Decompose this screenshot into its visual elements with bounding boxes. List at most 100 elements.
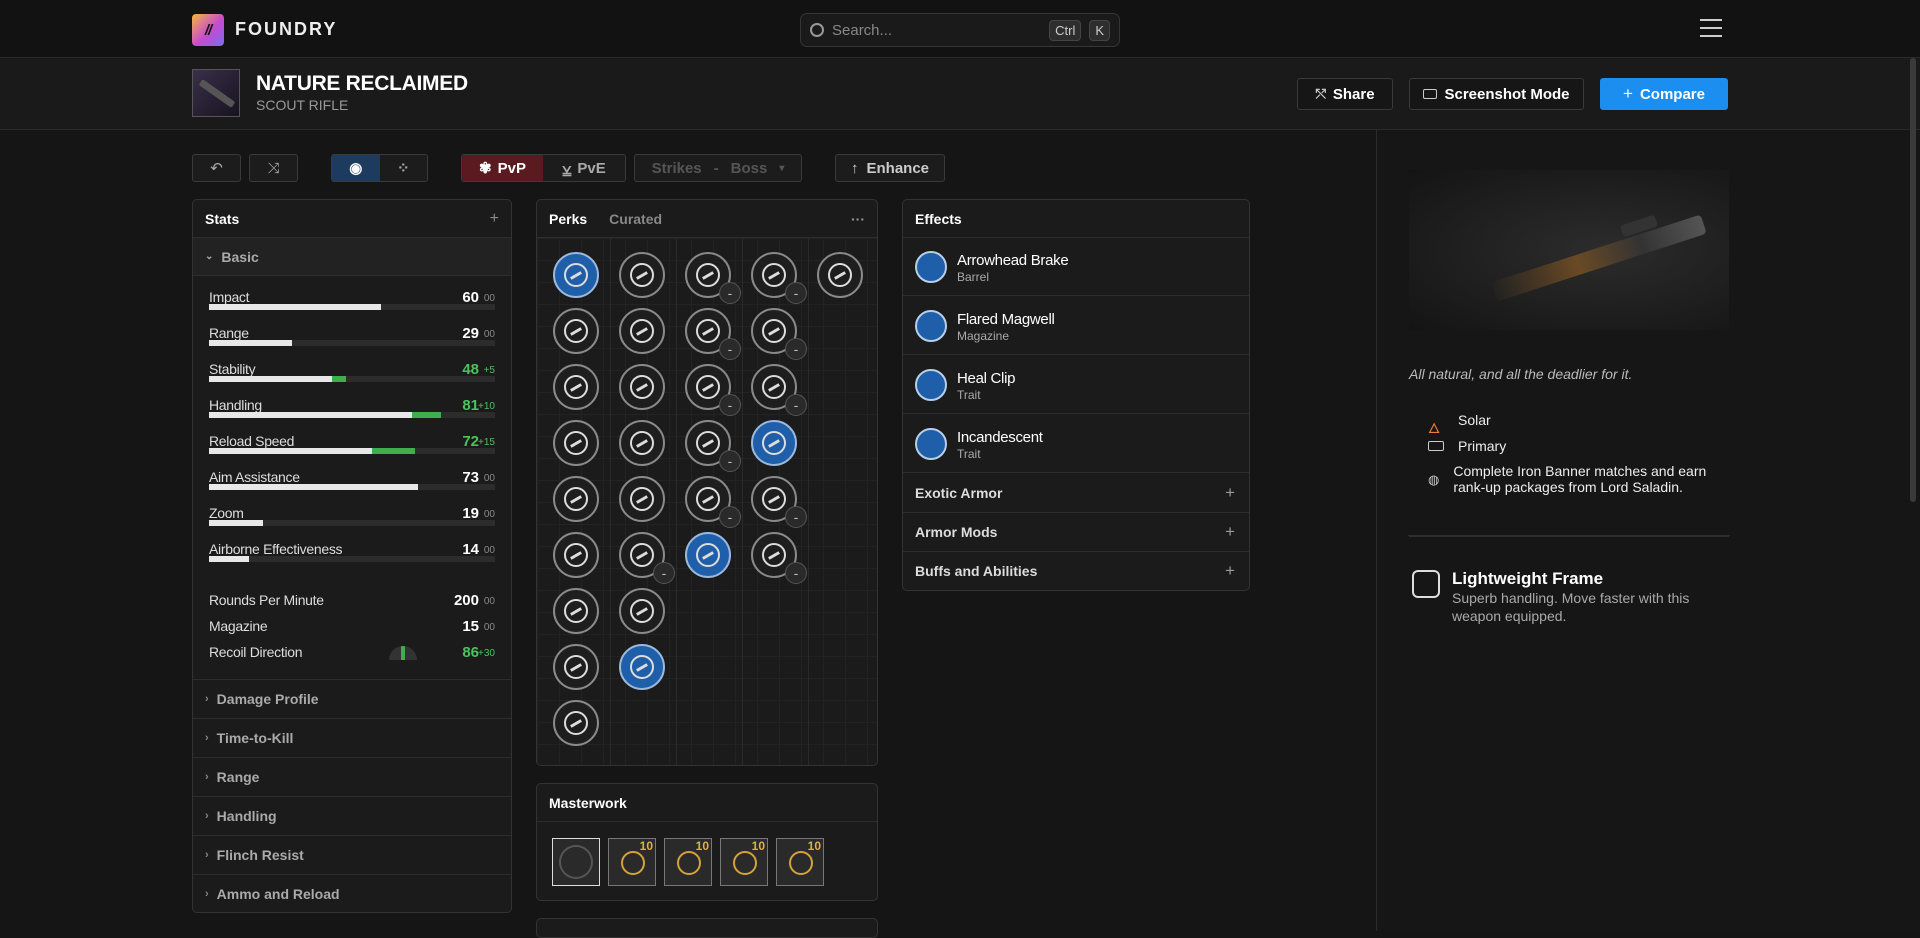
pvp-tab[interactable]: ✾ PvP	[462, 155, 543, 181]
effect-type: Trait	[957, 388, 981, 402]
remove-perk-button[interactable]: -	[785, 506, 807, 528]
stat-section-toggle[interactable]: › Handling	[193, 796, 511, 834]
shortcut-ctrl: Ctrl	[1049, 19, 1082, 41]
perk-icon[interactable]	[553, 532, 599, 578]
masterwork-option[interactable]	[552, 838, 600, 886]
remove-perk-button[interactable]: -	[719, 450, 741, 472]
remove-perk-button[interactable]: -	[653, 562, 675, 584]
masterwork-option[interactable]: 10	[608, 838, 656, 886]
stat-section-toggle[interactable]: › Ammo and Reload	[193, 874, 511, 912]
perk-glyph	[696, 375, 720, 399]
remove-perk-button[interactable]: -	[785, 394, 807, 416]
compare-button[interactable]: + Compare	[1600, 78, 1728, 110]
perk-glyph	[564, 655, 588, 679]
pvp-label: PvP	[497, 159, 526, 177]
search-box[interactable]: Ctrl K	[800, 13, 1120, 47]
perk-icon[interactable]	[553, 420, 599, 466]
pve-tab[interactable]: ⩣ PvE	[543, 155, 625, 181]
effects-section-toggle[interactable]: Exotic Armor +	[903, 474, 1249, 513]
remove-perk-button[interactable]: -	[719, 282, 741, 304]
activity-select[interactable]: Strikes - Boss ▾	[634, 154, 802, 182]
randomize-button[interactable]: ⤨	[249, 154, 298, 182]
stat-modifier: 00	[483, 329, 495, 340]
search-input[interactable]	[832, 21, 1042, 39]
effect-row[interactable]: Heal Clip Trait	[903, 356, 1249, 414]
stat-modifier: 00	[483, 622, 495, 633]
effect-row[interactable]: Arrowhead Brake Barrel	[903, 238, 1249, 296]
perk-icon[interactable]	[553, 476, 599, 522]
crosshair-icon[interactable]: +	[490, 210, 499, 228]
enhance-label: Enhance	[866, 159, 930, 177]
remove-perk-button[interactable]: -	[719, 338, 741, 360]
details-sidebar: All natural, and all the deadlier for it…	[1376, 130, 1920, 931]
masterwork-option[interactable]: 10	[720, 838, 768, 886]
effect-name: Incandescent	[957, 429, 1043, 446]
perk-icon[interactable]	[817, 252, 863, 298]
frame-name: Lightweight Frame	[1452, 569, 1604, 588]
stat-bar	[209, 520, 495, 526]
screenshot-mode-button[interactable]: Screenshot Mode	[1409, 78, 1584, 110]
single-view-button[interactable]: ◉	[332, 155, 380, 181]
stats-header: Stats +	[193, 200, 511, 238]
perk-glyph	[630, 431, 654, 455]
perk-icon[interactable]	[553, 644, 599, 690]
primary-ammo-icon	[1428, 441, 1444, 451]
perk-icon[interactable]	[553, 252, 599, 298]
perk-icon[interactable]	[619, 644, 665, 690]
enhance-button[interactable]: ↑ Enhance	[835, 154, 945, 182]
share-icon: ⤲	[1315, 86, 1326, 101]
perks-header: Perks Curated ···	[537, 200, 877, 238]
masterwork-option[interactable]: 10	[664, 838, 712, 886]
tab-curated[interactable]: Curated	[609, 211, 662, 227]
remove-perk-button[interactable]: -	[785, 562, 807, 584]
chevron-right-icon: ›	[205, 809, 209, 822]
masterwork-option[interactable]: 10	[776, 838, 824, 886]
grid-view-button[interactable]: ⁘	[379, 155, 427, 181]
effects-section-toggle[interactable]: Buffs and Abilities +	[903, 552, 1249, 590]
stat-section-toggle[interactable]: › Flinch Resist	[193, 835, 511, 873]
stats-title: Stats	[205, 210, 240, 227]
share-button[interactable]: ⤲ Share	[1297, 78, 1393, 110]
effect-row[interactable]: Incandescent Trait	[903, 415, 1249, 473]
perk-icon[interactable]	[619, 252, 665, 298]
basic-section-toggle[interactable]: ⌄ Basic	[193, 238, 511, 276]
perk-icon[interactable]	[619, 308, 665, 354]
foundry-logo[interactable]: //	[192, 14, 224, 46]
more-options-icon[interactable]: ···	[851, 211, 865, 227]
perk-glyph	[564, 487, 588, 511]
stat-modifier: 00	[483, 473, 495, 484]
perk-glyph	[630, 655, 654, 679]
perk-icon[interactable]	[619, 476, 665, 522]
tab-perks[interactable]: Perks	[549, 211, 587, 227]
perk-icon[interactable]	[553, 588, 599, 634]
perk-icon[interactable]	[619, 420, 665, 466]
perk-icon[interactable]	[553, 364, 599, 410]
section-label: Handling	[216, 807, 277, 824]
perk-icon[interactable]	[685, 532, 731, 578]
perk-glyph	[564, 375, 588, 399]
perk-icon[interactable]	[619, 364, 665, 410]
perk-icon[interactable]	[553, 700, 599, 746]
effect-row[interactable]: Flared Magwell Magazine	[903, 297, 1249, 355]
stat-section-toggle[interactable]: › Damage Profile	[193, 679, 511, 717]
chevron-down-icon: ▾	[779, 162, 785, 174]
page-scrollbar[interactable]	[1910, 58, 1916, 502]
undo-button[interactable]: ↶	[192, 154, 241, 182]
hamburger-menu-icon[interactable]	[1700, 19, 1722, 37]
stat-label: Rounds Per Minute	[209, 592, 324, 608]
effects-section-toggle[interactable]: Armor Mods +	[903, 513, 1249, 552]
mode-toggle: ✾ PvP ⩣ PvE	[461, 154, 626, 182]
stat-modifier: +15	[478, 437, 495, 448]
remove-perk-button[interactable]: -	[785, 338, 807, 360]
stat-section-toggle[interactable]: › Time-to-Kill	[193, 718, 511, 756]
remove-perk-button[interactable]: -	[719, 506, 741, 528]
perk-icon[interactable]	[751, 420, 797, 466]
perk-icon[interactable]	[619, 588, 665, 634]
stat-section-toggle[interactable]: › Range	[193, 757, 511, 795]
perk-icon[interactable]	[553, 308, 599, 354]
remove-perk-button[interactable]: -	[785, 282, 807, 304]
element-label: Solar	[1458, 412, 1491, 428]
remove-perk-button[interactable]: -	[719, 394, 741, 416]
stat-label: Stability	[209, 361, 256, 377]
brand-name[interactable]: FOUNDRY	[235, 19, 337, 40]
